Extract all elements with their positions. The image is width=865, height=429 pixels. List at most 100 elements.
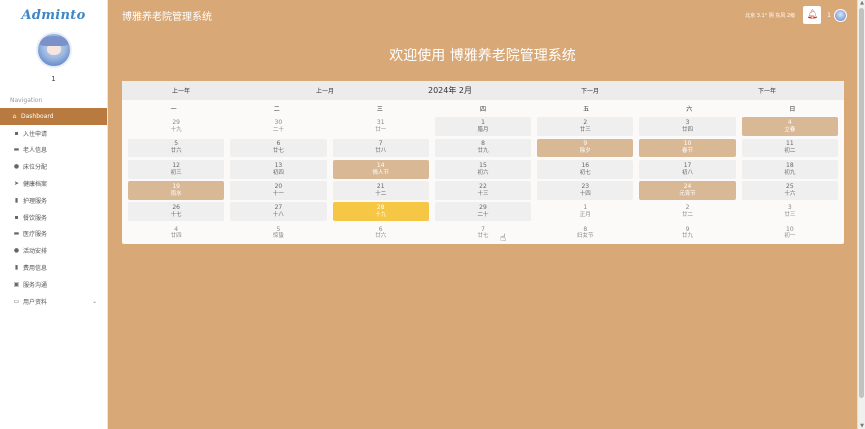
welcome-heading: 欢迎使用 博雅养老院管理系统: [389, 48, 576, 64]
calendar-day[interactable]: 22 十三: [434, 181, 532, 200]
calendar-day[interactable]: 4 立春: [741, 117, 838, 136]
calendar-day[interactable]: 14 情人节: [332, 159, 429, 179]
day-number: 4: [787, 119, 792, 127]
lunar-label: 十三: [477, 190, 489, 197]
lunar-label: 妇女节: [577, 233, 594, 240]
calendar-grid: 29 十九 30 二十 31 廿一 1 腊月 2 廿三 3 廿四 4 立春 5 廿六 6 廿七 7 廿八 8 廿九 9 除夕 1…: [122, 116, 844, 244]
weekday-label: 五: [583, 105, 590, 113]
calendar-day[interactable]: 28 十九: [332, 202, 429, 222]
weekday-label: 四: [479, 105, 486, 113]
avatar[interactable]: [35, 32, 72, 68]
calendar-day[interactable]: 7 廿七: [435, 224, 531, 243]
next-year-button[interactable]: 下一年: [690, 86, 844, 95]
calendar-day[interactable]: 15 初六: [434, 159, 532, 179]
user-icon: ●: [13, 163, 20, 171]
id-card-icon: ▬: [13, 230, 20, 238]
scroll-down-icon[interactable]: ▼: [858, 423, 865, 429]
lunar-label: 廿三: [784, 212, 796, 219]
user-icon: ●: [13, 247, 20, 255]
sidebar-item-10[interactable]: ▣ 服务沟通: [0, 276, 107, 293]
lunar-label: 十六: [784, 190, 796, 197]
calendar-day[interactable]: 13 初四: [230, 159, 327, 179]
sidebar-item-11[interactable]: ▭ 用户资料 ⌄: [0, 293, 107, 310]
calendar-day[interactable]: 5 廿六: [128, 138, 225, 158]
calendar-day[interactable]: 29 二十: [434, 202, 532, 222]
send-icon: ➤: [13, 180, 20, 188]
app-logo[interactable]: Adminto: [0, 0, 107, 30]
calendar-day[interactable]: 6 廿六: [333, 224, 429, 243]
calendar-day[interactable]: 1 腊月: [434, 117, 532, 136]
lunar-label: 十一: [272, 190, 284, 197]
calendar-day[interactable]: 9 廿九: [639, 224, 735, 243]
day-number: 19: [172, 182, 180, 190]
calendar-day[interactable]: 2 廿二: [639, 202, 735, 221]
sidebar-item-1[interactable]: ▪ 入住申请: [0, 125, 107, 142]
calendar-day[interactable]: 8 廿九: [434, 138, 532, 158]
calendar-day[interactable]: 24 元宵节: [639, 181, 736, 200]
calendar-day[interactable]: 10 初一: [742, 224, 838, 243]
header-user-name[interactable]: 1: [827, 12, 831, 19]
calendar-day[interactable]: 25 十六: [741, 181, 838, 200]
calendar-day[interactable]: 3 廿四: [639, 117, 736, 136]
calendar-day[interactable]: 4 廿四: [128, 224, 224, 243]
calendar-day[interactable]: 31 廿一: [333, 117, 429, 136]
calendar-day[interactable]: 26 十七: [128, 202, 225, 222]
calendar-day[interactable]: 6 廿七: [230, 138, 327, 158]
lunar-label: 元宵节: [679, 190, 696, 197]
calendar-day[interactable]: 17 初八: [639, 159, 736, 179]
calendar-day[interactable]: 20 十一: [230, 181, 327, 200]
sidebar-item-3[interactable]: ● 床位分配: [0, 158, 107, 175]
header-avatar[interactable]: [834, 8, 847, 22]
lunar-label: 初二: [784, 148, 796, 155]
grid-icon: ▪: [14, 213, 19, 221]
calendar-day[interactable]: 5 惊蛰: [230, 224, 326, 243]
lunar-label: 廿四: [170, 233, 182, 240]
lunar-label: 腊月: [477, 126, 489, 133]
lunar-label: 除夕: [579, 148, 591, 155]
sidebar-item-4[interactable]: ➤ 健康档案: [0, 175, 107, 192]
notification-bell-icon[interactable]: 🔔︎: [803, 6, 822, 24]
page-scrollbar[interactable]: ▲ ▼: [857, 0, 865, 429]
calendar-day[interactable]: 10 春节: [639, 138, 736, 158]
calendar-day[interactable]: 21 十二: [332, 181, 429, 200]
lunar-label: 正月: [579, 212, 591, 219]
weekday-label: 日: [789, 105, 796, 113]
next-month-button[interactable]: 下一月: [490, 86, 690, 95]
calendar-day[interactable]: 29 十九: [128, 117, 224, 136]
sidebar-item-7[interactable]: ▬ 医疗服务: [0, 226, 107, 243]
sidebar-item-5[interactable]: ▮ 护理服务: [0, 192, 107, 209]
weekday-label: 一: [170, 105, 177, 113]
calendar-day[interactable]: 16 初七: [537, 159, 634, 179]
scroll-up-icon[interactable]: ▲: [858, 0, 865, 6]
prev-month-button[interactable]: 上一月: [240, 86, 410, 95]
sidebar-item-2[interactable]: ▬ 老人信息: [0, 142, 107, 159]
sidebar-item-9[interactable]: ▮ 费用信息: [0, 259, 107, 276]
calendar-day[interactable]: 9 除夕: [537, 138, 634, 158]
scrollbar-thumb[interactable]: [859, 8, 864, 398]
calendar-day[interactable]: 7 廿八: [332, 138, 429, 158]
calendar-day[interactable]: 30 二十: [230, 117, 326, 136]
prev-year-button[interactable]: 上一年: [122, 86, 240, 95]
day-number: 22: [479, 182, 487, 190]
day-number: 12: [172, 161, 180, 169]
day-number: 24: [683, 182, 692, 190]
lunar-label: 初六: [477, 169, 489, 176]
sidebar-item-0[interactable]: ⌂ Dashboard: [0, 108, 107, 125]
calendar-day[interactable]: 8 妇女节: [537, 224, 633, 243]
sidebar-item-6[interactable]: ▪ 餐饮服务: [0, 209, 107, 226]
document-icon: ▭: [13, 297, 20, 305]
sidebar-item-label: 健康档案: [23, 181, 48, 189]
calendar-day[interactable]: 19 雨水: [128, 181, 225, 200]
sidebar-item-8[interactable]: ● 活动安排: [0, 242, 107, 259]
calendar-day[interactable]: 18 初九: [741, 159, 838, 179]
calendar-day[interactable]: 1 正月: [537, 202, 633, 221]
calendar-day[interactable]: 3 廿三: [742, 202, 838, 221]
calendar-day[interactable]: 23 十四: [537, 181, 634, 200]
calendar-day[interactable]: 2 廿三: [537, 117, 634, 136]
lunar-label: 情人节: [372, 169, 389, 176]
lunar-label: 廿三: [579, 126, 591, 133]
calendar-day[interactable]: 12 初三: [128, 159, 225, 179]
calendar-day[interactable]: 11 初二: [741, 138, 838, 158]
sidebar-item-label: 老人信息: [23, 147, 48, 155]
calendar-day[interactable]: 27 十八: [230, 202, 327, 222]
